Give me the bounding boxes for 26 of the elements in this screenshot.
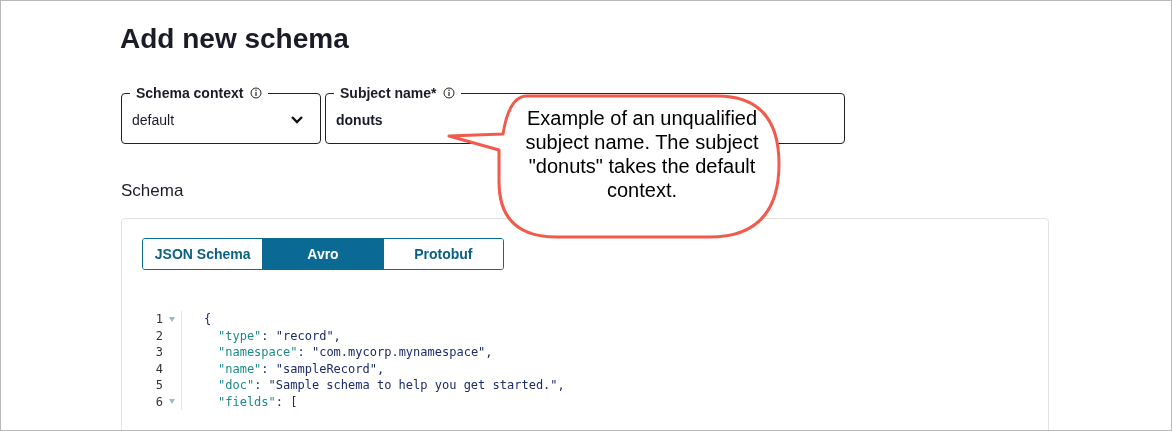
- field-value: default: [132, 112, 175, 128]
- line-number: 6: [154, 394, 163, 409]
- code-line: "doc": "Sample schema to help you get started.",: [217, 378, 565, 393]
- code-line: "fields": [: [217, 394, 298, 409]
- line-number: 3: [154, 345, 163, 360]
- schema-type-tab[interactable]: Protobuf: [382, 239, 503, 269]
- code-line: "name": "sampleRecord",: [217, 361, 385, 376]
- info-icon: [250, 87, 263, 99]
- line-number: 4: [154, 361, 163, 376]
- field-value: donuts: [336, 112, 383, 128]
- field-label: Schema context: [136, 85, 244, 101]
- fold-arrow-icon[interactable]: [169, 316, 175, 322]
- line-number: 2: [154, 328, 163, 343]
- code-line: "type": "record",: [217, 328, 341, 343]
- code-line: "namespace": "com.mycorp.mynamespace",: [217, 345, 493, 360]
- line-number: 1: [154, 312, 163, 327]
- form-field[interactable]: Schema context default: [121, 85, 321, 144]
- schema-type-tab[interactable]: Avro: [262, 239, 383, 269]
- section-heading: Schema: [121, 181, 184, 201]
- line-number: 5: [154, 378, 163, 393]
- fold-arrow-icon[interactable]: [169, 399, 175, 405]
- code-line: {: [204, 312, 212, 327]
- page-title: Add new schema: [120, 23, 350, 55]
- info-icon: [443, 87, 456, 99]
- chevron-down-icon: [290, 114, 304, 124]
- field-label: Subject name*: [340, 85, 437, 101]
